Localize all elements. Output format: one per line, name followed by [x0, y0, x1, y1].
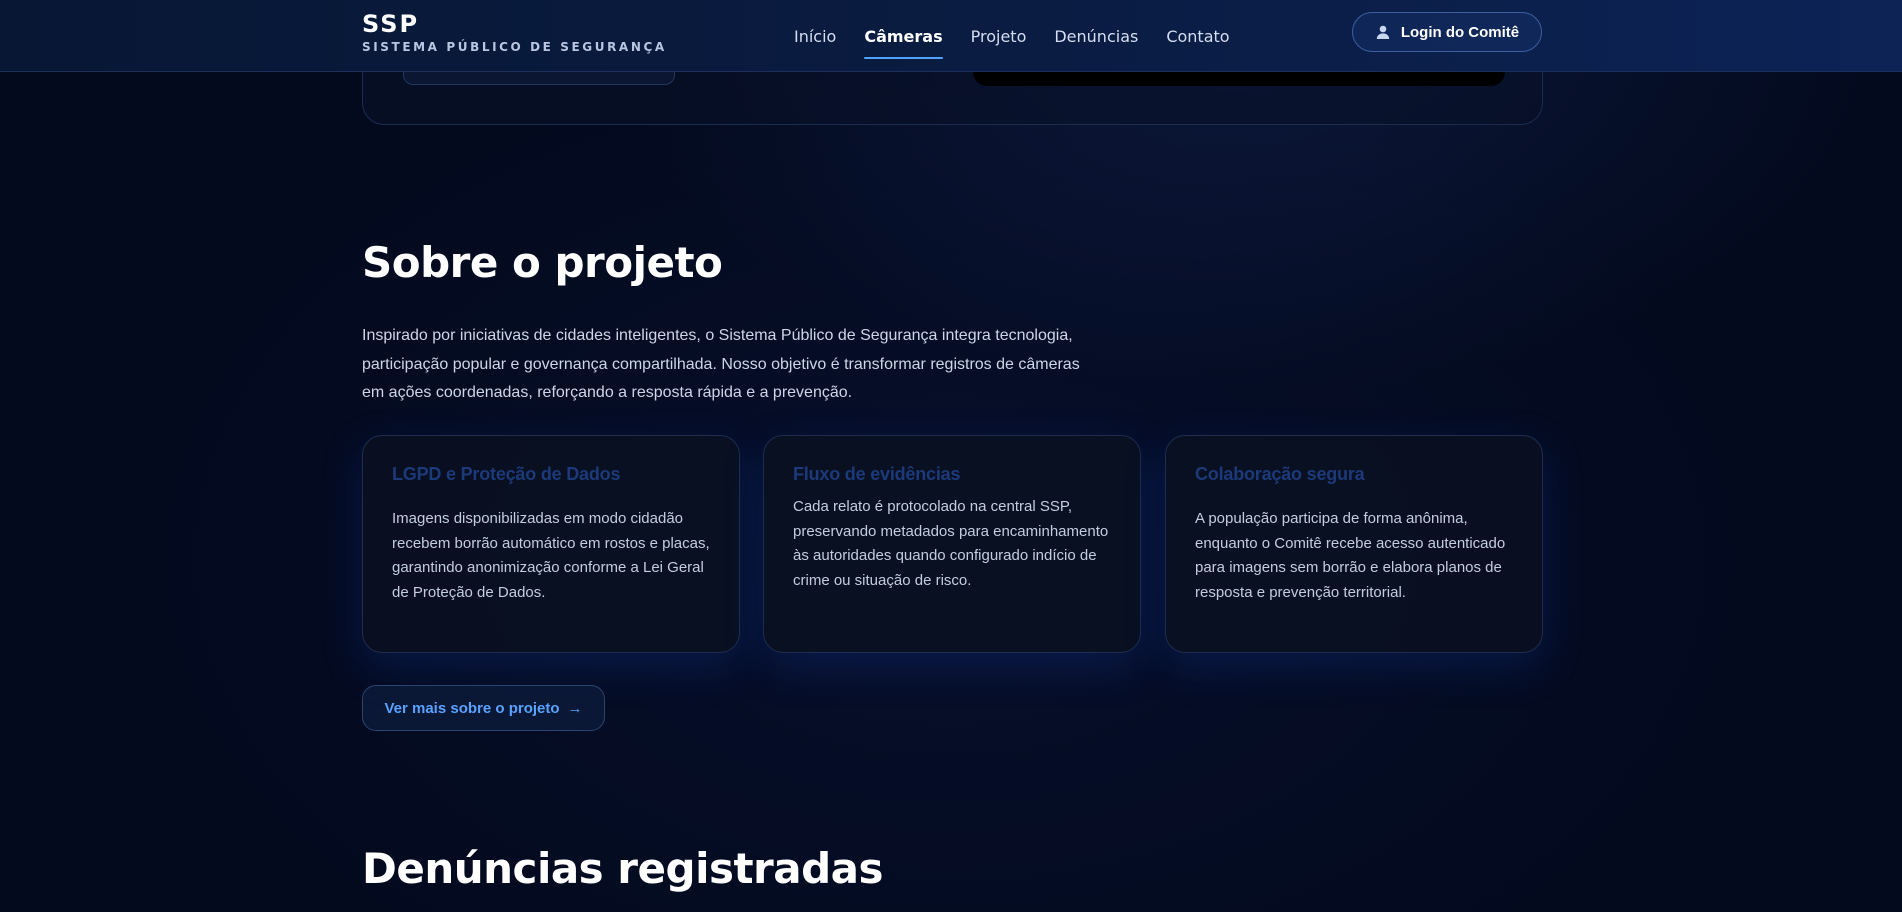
brand-logo[interactable]: SSP SISTEMA PÚBLICO DE SEGURANÇA — [362, 10, 667, 54]
brand-subtitle: SISTEMA PÚBLICO DE SEGURANÇA — [362, 40, 667, 54]
card-text: Cada relato é protocolado na central SSP… — [793, 498, 1109, 589]
login-button[interactable]: Login do Comitê — [1352, 12, 1542, 52]
page: SSP SISTEMA PÚBLICO DE SEGURANÇA Início … — [0, 0, 1902, 912]
card-lgpd: LGPD e Proteção de Dados Imagens disponi… — [362, 435, 740, 653]
about-description: Inspirado por iniciativas de cidades int… — [362, 327, 1080, 401]
card-colaboracao: Colaboração segura A população participa… — [1165, 435, 1543, 653]
nav-item-inicio[interactable]: Início — [794, 0, 836, 72]
more-about-button[interactable]: Ver mais sobre o projeto → — [362, 685, 605, 731]
arrow-right-icon: → — [567, 699, 583, 717]
login-label: Login do Comitê — [1400, 23, 1520, 41]
about-cards: LGPD e Proteção de Dados Imagens disponi… — [362, 435, 1543, 653]
user-icon — [1375, 24, 1391, 40]
card-text: Imagens disponibilizadas em modo cidadão… — [392, 510, 710, 601]
about-title: Sobre o projeto — [362, 238, 723, 287]
card-title: Fluxo de evidências — [793, 464, 961, 484]
more-about-label: Ver mais sobre o projeto — [384, 699, 560, 717]
card-text: A população participa de forma anônima, … — [1195, 510, 1506, 601]
card-title: LGPD e Proteção de Dados — [392, 464, 621, 484]
card-fluxo-evidencias: Fluxo de evidências Cada relato é protoc… — [763, 435, 1141, 653]
camera-video-player[interactable] — [973, 70, 1505, 86]
main-nav: Início Câmeras Projeto Denúncias Contato — [794, 0, 1230, 72]
denuncias-title: Denúncias registradas — [362, 844, 884, 893]
nav-item-cameras[interactable]: Câmeras — [864, 0, 943, 72]
camera-action-button[interactable] — [403, 70, 675, 85]
brand-title: SSP — [362, 10, 420, 38]
site-header: SSP SISTEMA PÚBLICO DE SEGURANÇA Início … — [0, 0, 1902, 72]
card-title: Colaboração segura — [1195, 464, 1365, 484]
nav-item-projeto[interactable]: Projeto — [971, 0, 1027, 72]
nav-item-denuncias[interactable]: Denúncias — [1054, 0, 1138, 72]
nav-item-contato[interactable]: Contato — [1166, 0, 1229, 72]
